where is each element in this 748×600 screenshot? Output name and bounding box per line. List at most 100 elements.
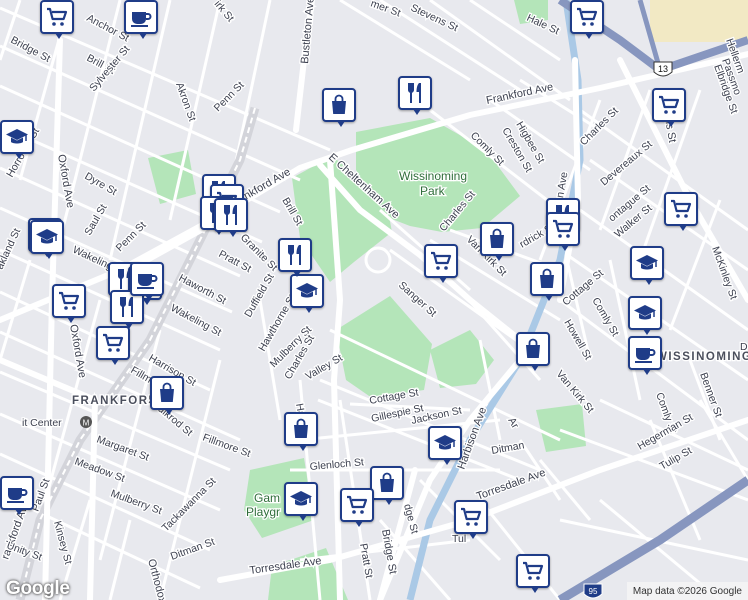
svg-text:13: 13 <box>658 64 668 74</box>
park-east-small <box>536 404 586 452</box>
svg-text:Akron St: Akron St <box>173 81 198 123</box>
i95-shield: 95 <box>583 583 603 599</box>
poi-marker-shopping[interactable] <box>664 192 698 231</box>
bag-icon <box>485 227 509 251</box>
poi-marker-shopping[interactable] <box>370 466 404 505</box>
poi-marker-school[interactable] <box>290 274 324 313</box>
poi-marker-shopping[interactable] <box>480 222 514 261</box>
school-icon <box>635 251 659 275</box>
cup-icon <box>129 5 153 29</box>
poi-marker-restaurant[interactable] <box>398 76 432 115</box>
map-canvas[interactable]: 13 95 M WISSINOMING FRANKFORD Wissinomin… <box>0 0 748 600</box>
cart-icon <box>101 331 125 355</box>
poi-marker-shopping[interactable] <box>652 88 686 127</box>
fork-knife-icon <box>115 295 139 319</box>
school-icon <box>433 431 457 455</box>
svg-text:Tul: Tul <box>452 533 466 545</box>
svg-text:Meadow St: Meadow St <box>73 456 127 485</box>
svg-text:Devereaux St: Devereaux St <box>598 138 655 188</box>
gambrel-label-1: Gam <box>254 491 280 505</box>
svg-text:Valley St: Valley St <box>304 352 345 383</box>
poi-marker-cafe[interactable] <box>0 476 34 515</box>
park-south-central <box>336 296 432 398</box>
poi-marker-shopping[interactable] <box>516 554 550 593</box>
poi-marker-shopping[interactable] <box>340 488 374 527</box>
poi-marker-cafe[interactable] <box>628 336 662 375</box>
svg-text:Pratt St: Pratt St <box>217 248 254 275</box>
poi-marker-shopping[interactable] <box>150 376 184 415</box>
bag-icon <box>289 417 313 441</box>
poi-marker-shopping[interactable] <box>40 0 74 39</box>
fork-knife-icon <box>403 81 427 105</box>
school-icon <box>5 125 29 149</box>
cart-icon <box>669 197 693 221</box>
bag-icon <box>327 93 351 117</box>
neighborhood-wissinoming: WISSINOMING <box>656 351 748 363</box>
cup-icon <box>633 341 657 365</box>
poi-marker-cafe[interactable] <box>130 262 164 301</box>
school-icon <box>295 279 319 303</box>
svg-text:Stevens St: Stevens St <box>409 2 460 34</box>
neighborhood-frankford: FRANKFORD <box>72 395 158 407</box>
poi-marker-school[interactable] <box>30 220 64 259</box>
poi-marker-cafe[interactable] <box>124 0 158 39</box>
google-logo[interactable]: Google <box>6 578 70 599</box>
svg-text:Fillmore St: Fillmore St <box>201 432 252 460</box>
bag-icon <box>155 381 179 405</box>
park-loop <box>364 246 392 274</box>
poi-marker-shopping[interactable] <box>322 88 356 127</box>
svg-text:akland St: akland St <box>0 226 23 271</box>
svg-text:Benner St: Benner St <box>697 371 724 419</box>
svg-text:Dyre St: Dyre St <box>83 170 119 198</box>
poi-marker-shopping[interactable] <box>516 332 550 371</box>
poi-marker-shopping[interactable] <box>284 412 318 451</box>
poi-marker-school[interactable] <box>284 482 318 521</box>
cart-icon <box>459 505 483 529</box>
poi-marker-shopping[interactable] <box>530 262 564 301</box>
school-icon <box>35 225 59 249</box>
poi-marker-restaurant[interactable] <box>214 198 248 237</box>
svg-text:Mulberry St: Mulberry St <box>109 488 164 518</box>
fork-knife-icon <box>283 243 307 267</box>
svg-text:Duffield St: Duffield St <box>242 272 277 320</box>
poi-marker-school[interactable] <box>628 296 662 335</box>
svg-text:mer St: mer St <box>369 0 402 19</box>
svg-text:Howell St: Howell St <box>561 318 594 362</box>
cup-icon <box>135 267 159 291</box>
cart-icon <box>657 93 681 117</box>
svg-text:Ditman: Ditman <box>490 439 525 457</box>
poi-marker-shopping[interactable] <box>52 284 86 323</box>
poi-marker-shopping[interactable] <box>570 0 604 39</box>
svg-text:Bustleton Ave: Bustleton Ave <box>299 0 317 64</box>
poi-marker-school[interactable] <box>428 426 462 465</box>
cart-icon <box>551 217 575 241</box>
cart-icon <box>57 289 81 313</box>
svg-text:D: D <box>740 341 748 353</box>
svg-text:M: M <box>83 419 90 428</box>
cart-icon <box>45 5 69 29</box>
svg-text:95: 95 <box>589 587 598 596</box>
svg-text:Penn St: Penn St <box>212 79 247 114</box>
us13-shield: 13 <box>653 61 673 77</box>
bag-icon <box>521 337 545 361</box>
svg-text:Wakeling St: Wakeling St <box>169 302 224 339</box>
gambrel-label-2: Playgr <box>246 505 280 519</box>
poi-marker-shopping[interactable] <box>424 244 458 283</box>
poi-marker-school[interactable] <box>0 120 34 159</box>
commercial-area <box>650 0 748 42</box>
cup-icon <box>5 481 29 505</box>
bag-icon <box>535 267 559 291</box>
poi-marker-school[interactable] <box>630 246 664 285</box>
svg-text:Sylvester St: Sylvester St <box>87 43 132 94</box>
cart-icon <box>429 249 453 273</box>
cart-icon <box>521 559 545 583</box>
bag-icon <box>375 471 399 495</box>
poi-marker-shopping[interactable] <box>96 326 130 365</box>
school-icon <box>633 301 657 325</box>
cart-icon <box>345 493 369 517</box>
poi-marker-shopping[interactable] <box>546 212 580 251</box>
park-label-2: Park <box>420 184 446 198</box>
poi-marker-shopping[interactable] <box>454 500 488 539</box>
poi-marker-restaurant[interactable] <box>278 238 312 277</box>
map-attribution[interactable]: Map data ©2026 Google <box>626 582 748 600</box>
